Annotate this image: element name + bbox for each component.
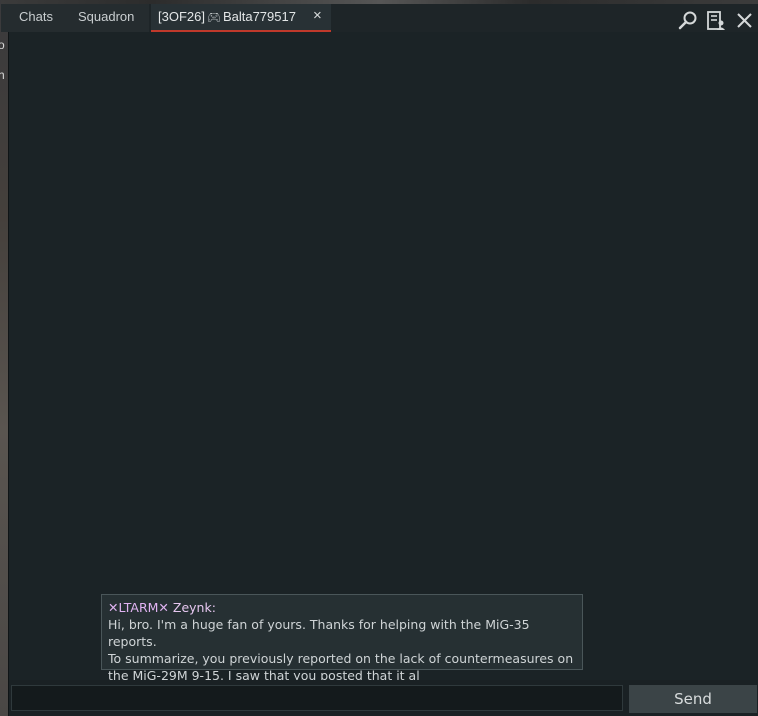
contacts-icon[interactable] — [705, 10, 727, 32]
squadron-cross-icon: ✕ — [158, 600, 169, 615]
tab-bar: Chats Squadron [3OF26] 🎮︎ Balta779517 × — [1, 4, 758, 32]
message-input[interactable] — [11, 685, 623, 711]
tab-chats-label: Chats — [19, 9, 53, 24]
close-icon[interactable] — [734, 10, 756, 32]
tab-squadron-label: Squadron — [78, 9, 135, 24]
sender-label: ✕LTARM✕ Zeynk: — [108, 600, 216, 615]
sender-squadron: LTARM — [118, 600, 159, 615]
squadron-cross-icon: ✕ — [108, 600, 119, 615]
tab-chats[interactable]: Chats — [1, 4, 70, 32]
squadron-tag: [3OF26] — [158, 9, 205, 24]
background-text: o — [0, 38, 5, 52]
message-line: To summarize, you previously reported on… — [108, 651, 574, 666]
message-line: Hi, bro. I'm a huge fan of yours. Thanks… — [108, 617, 530, 649]
message-preview[interactable]: ✕LTARM✕ Zeynk: Hi, bro. I'm a huge fan o… — [101, 594, 583, 683]
player-name: Balta779517 — [222, 9, 296, 24]
tab-squadron[interactable]: Squadron — [70, 4, 149, 32]
search-icon[interactable] — [677, 10, 699, 32]
chat-window: Chats Squadron [3OF26]🎮︎Balta779517 × — [1, 0, 758, 716]
sender-name: Zeynk — [172, 600, 212, 615]
close-tab-icon[interactable]: × — [313, 3, 322, 29]
gamepad-icon: 🎮︎ — [206, 11, 221, 24]
message-area[interactable] — [9, 32, 758, 680]
message-sender: ✕LTARM✕ Zeynk: — [108, 599, 576, 616]
background-strip: o h — [0, 0, 8, 716]
send-button[interactable]: Send — [629, 685, 757, 713]
tab-private-chat[interactable]: [3OF26] 🎮︎ Balta779517 × — [151, 4, 331, 32]
background-text: h — [0, 68, 5, 82]
tab-private-chat-label: [3OF26] 🎮︎ Balta779517 — [158, 4, 296, 31]
input-row: Send — [9, 680, 758, 716]
